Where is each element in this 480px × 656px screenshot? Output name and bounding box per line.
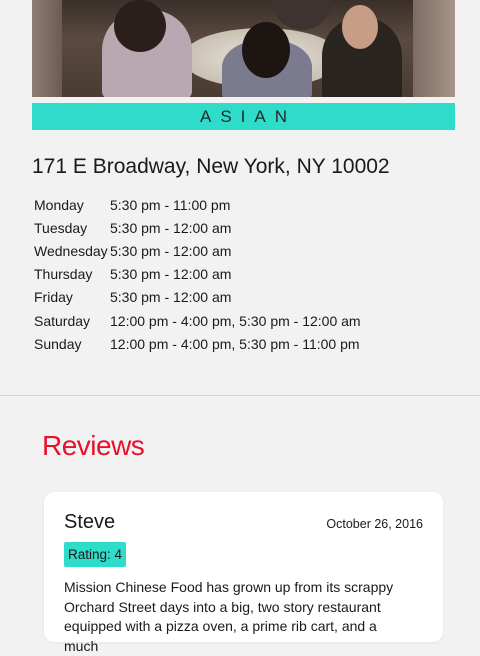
- hours-day: Wednesday: [34, 242, 108, 259]
- hours-time: 5:30 pm - 12:00 am: [110, 266, 232, 283]
- review-date: October 26, 2016: [326, 517, 423, 531]
- hours-row: Tuesday 5:30 pm - 12:00 am: [34, 216, 361, 239]
- hours-time: 5:30 pm - 12:00 am: [110, 289, 232, 306]
- hours-day: Monday: [34, 196, 84, 213]
- hours-day: Saturday: [34, 312, 91, 329]
- photo-wall-left: [32, 0, 62, 97]
- photo-diner: [272, 0, 332, 30]
- restaurant-address: 171 E Broadway, New York, NY 10002: [32, 155, 390, 178]
- review-card: Steve October 26, 2016 Rating: 4 Mission…: [44, 492, 443, 654]
- hours-row: Friday 5:30 pm - 12:00 am: [34, 286, 361, 309]
- hours-day: Tuesday: [34, 219, 88, 236]
- hours-time: 5:30 pm - 12:00 am: [110, 219, 232, 236]
- hours-time: 5:30 pm - 11:00 pm: [110, 196, 231, 213]
- hours-row: Monday 5:30 pm - 11:00 pm: [34, 193, 361, 216]
- restaurant-photo: [32, 0, 455, 97]
- reviews-heading: Reviews: [42, 430, 145, 461]
- hours-day: Friday: [34, 289, 73, 306]
- photo-diner-head: [342, 5, 378, 49]
- hours-time: 5:30 pm - 12:00 am: [110, 242, 232, 259]
- opening-hours: Monday 5:30 pm - 11:00 pm Tuesday 5:30 p…: [34, 193, 361, 355]
- reviewer-name: Steve: [64, 511, 116, 533]
- hours-day: Thursday: [34, 266, 93, 283]
- hours-time: 12:00 pm - 4:00 pm, 5:30 pm - 12:00 am: [110, 312, 361, 329]
- hours-row: Saturday 12:00 pm - 4:00 pm, 5:30 pm - 1…: [34, 309, 361, 332]
- photo-wall-right: [413, 0, 455, 97]
- hours-row: Sunday 12:00 pm - 4:00 pm, 5:30 pm - 11:…: [34, 332, 361, 355]
- hours-row: Thursday 5:30 pm - 12:00 am: [34, 263, 361, 286]
- cuisine-label: ASIAN: [32, 103, 455, 130]
- section-divider: [0, 395, 480, 396]
- photo-diner-head: [114, 0, 166, 52]
- review-text: Mission Chinese Food has grown up from i…: [64, 579, 394, 654]
- hours-time: 12:00 pm - 4:00 pm, 5:30 pm - 11:00 pm: [110, 335, 360, 352]
- rating-badge: Rating: 4: [64, 542, 127, 567]
- hours-row: Wednesday 5:30 pm - 12:00 am: [34, 239, 361, 262]
- photo-diner-head: [242, 22, 290, 78]
- hours-day: Sunday: [34, 335, 82, 352]
